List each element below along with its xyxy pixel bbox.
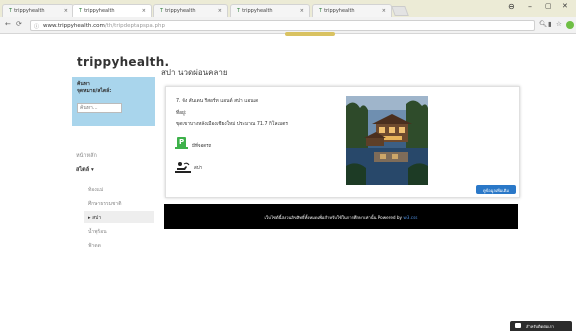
amenity-parking-label: มีที่จอดรถ — [192, 144, 212, 149]
tab-close-icon[interactable]: × — [300, 8, 304, 14]
tab-label: trippyhealth — [84, 8, 115, 14]
tab-favicon-icon: T — [9, 8, 13, 14]
nav-item-spa-label: ▸ สปา — [88, 215, 102, 221]
tab-favicon-icon: T — [160, 8, 164, 14]
site-logo[interactable]: trippyhealth. — [77, 55, 169, 69]
search-label-line2: จุดหมาย/สไตล์: — [77, 87, 112, 94]
nav-item-mother[interactable]: ท้องแม่ — [88, 186, 103, 194]
nav-item-other[interactable]: ฟ้าดด — [88, 242, 101, 250]
nav-item-hotspring[interactable]: น้ำพุร้อน — [88, 228, 107, 236]
header-image-fragment — [285, 32, 335, 36]
maximize-button[interactable]: ▢ — [545, 2, 552, 10]
browser-tab-active[interactable]: Ttrippyhealth × — [72, 4, 152, 17]
url-host: www.trippyhealth.com — [43, 23, 105, 29]
page-title: สปา นวดผ่อนคลาย — [161, 68, 228, 77]
browser-tab[interactable]: Ttrippyhealth × — [230, 4, 310, 17]
tab-close-icon[interactable]: × — [142, 8, 146, 14]
account-icon[interactable]: ⊖ — [508, 2, 515, 11]
bookmark-star-icon[interactable]: ☆ — [556, 20, 562, 28]
tab-close-icon[interactable]: × — [64, 8, 68, 14]
extension-icon[interactable]: ▮ — [548, 20, 552, 28]
nav-home-link[interactable]: หน้าหลัก — [76, 152, 97, 160]
nav-style-dropdown[interactable]: สไตล์ ▾ — [76, 166, 94, 174]
zoom-icon[interactable]: 🔍︎ — [539, 20, 547, 28]
tab-label: trippyhealth — [14, 8, 45, 14]
chat-icon — [515, 323, 521, 328]
tab-favicon-icon: T — [237, 8, 241, 14]
tab-label: trippyhealth — [242, 8, 273, 14]
reload-icon[interactable]: ⟳ — [16, 20, 22, 28]
chat-label: สำหรับติดต่อเรา — [526, 324, 554, 329]
footer-text: เว็บไซต์นี้สงวนลิขสิทธิ์ทั้งหมดเพื่อสำหร… — [264, 215, 404, 220]
address-text: ขุดเขาบางหลังเมืองเชียงใหม่ ประมาณ 71.7 … — [176, 122, 288, 127]
parking-icon-base — [175, 147, 188, 149]
url-path: /th/tripdeptapspa.php — [104, 23, 165, 29]
minimize-button[interactable]: – — [528, 2, 532, 11]
address-label: ที่อยู่: — [176, 111, 187, 116]
nav-item-nature[interactable]: ศึกษาธรรมชาติ — [88, 200, 121, 208]
new-tab-button[interactable] — [391, 6, 409, 16]
browser-tab[interactable]: Ttrippyhealth × — [2, 4, 74, 17]
more-info-button[interactable]: ดูข้อมูลเพิ่มเติม — [476, 185, 516, 194]
nav-item-spa[interactable]: ▸ สปา — [84, 211, 154, 223]
spa-card: 7. จัง สันเดน รีสอร์ท แอนด์ สปา แอนเด ที… — [165, 86, 520, 198]
browser-tab[interactable]: Ttrippyhealth × — [153, 4, 228, 17]
tab-favicon-icon: T — [79, 8, 83, 14]
close-window-button[interactable]: ✕ — [562, 2, 568, 10]
page-footer: เว็บไซต์นี้สงวนลิขสิทธิ์ทั้งหมดเพื่อสำหร… — [164, 204, 518, 229]
browser-tab-bar: Ttrippyhealth × Ttrippyhealth × Ttrippyh… — [0, 0, 576, 17]
info-icon[interactable]: ⓘ — [34, 23, 39, 30]
back-icon[interactable]: ← — [5, 20, 11, 28]
tab-label: trippyhealth — [165, 8, 196, 14]
url-input[interactable]: ⓘ www.trippyhealth.com/th/tripdeptapspa.… — [30, 20, 535, 31]
search-panel: ค้นหา จุดหมาย/สไตล์: — [72, 77, 155, 126]
extension-badge-icon[interactable] — [566, 21, 574, 29]
amenity-spa-label: สปา — [194, 166, 203, 171]
search-input[interactable] — [77, 103, 122, 113]
massage-icon — [175, 162, 191, 173]
contact-chat-button[interactable]: สำหรับติดต่อเรา — [510, 321, 572, 331]
footer-w3css-link[interactable]: w3.css — [403, 215, 417, 220]
tab-close-icon[interactable]: × — [382, 8, 386, 14]
browser-tab[interactable]: Ttrippyhealth × — [312, 4, 392, 17]
spa-name[interactable]: 7. จัง สันเดน รีสอร์ท แอนด์ สปา แอนเด — [176, 97, 258, 105]
tab-favicon-icon: T — [319, 8, 323, 14]
tab-close-icon[interactable]: × — [218, 8, 222, 14]
resort-photo — [346, 96, 428, 185]
tab-label: trippyhealth — [324, 8, 355, 14]
